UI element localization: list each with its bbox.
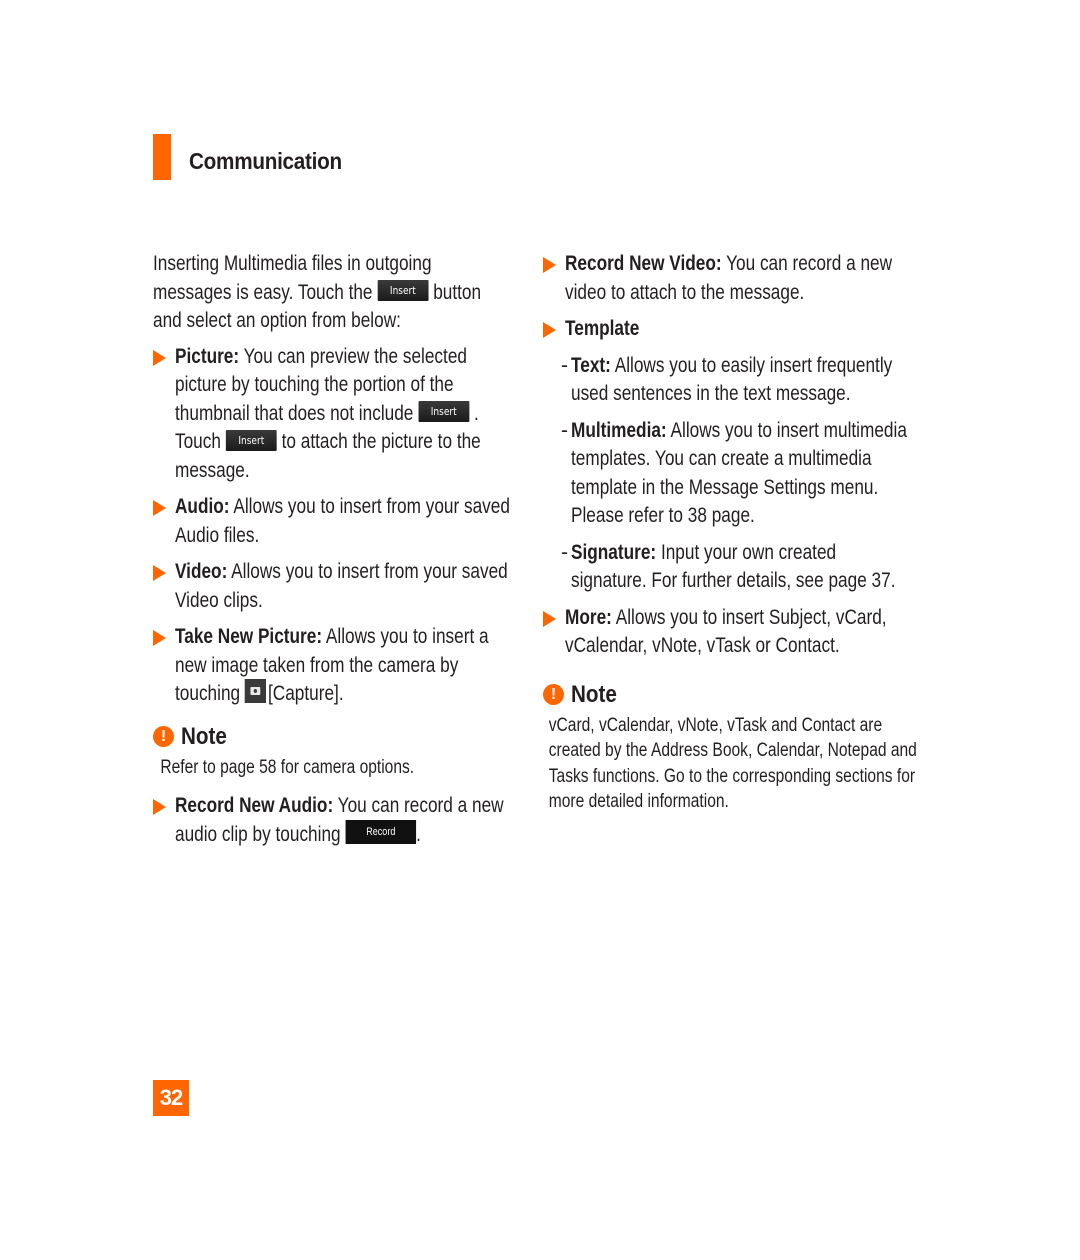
note-body: Refer to page 58 for camera options.	[160, 756, 415, 778]
list-item-audio: Audio: Allows you to insert from your sa…	[153, 493, 513, 550]
list-item-record-new-audio: Record New Audio: You can record a new a…	[153, 792, 513, 849]
item-label: Video:	[175, 560, 228, 583]
page-number: 32	[153, 1080, 189, 1116]
item-label: Picture:	[175, 344, 240, 368]
bullet-arrow-icon	[153, 500, 166, 516]
list-item-more: More: Allows you to insert Subject, vCar…	[543, 604, 913, 661]
item-label: Template	[565, 317, 640, 340]
note-title: Note	[181, 722, 227, 750]
item-label: Signature:	[571, 540, 657, 564]
insert-button-image: Insert	[225, 429, 277, 451]
dash-marker: -	[561, 540, 568, 564]
item-label: Text:	[571, 353, 611, 377]
record-button-image: Record	[345, 819, 417, 844]
intro-paragraph: Inserting Multimedia files in outgoing m…	[153, 252, 482, 332]
exclamation-icon: !	[153, 726, 174, 747]
bullet-arrow-icon	[543, 610, 556, 627]
sub-item-text: - Text: Allows you to easily insert freq…	[561, 353, 893, 406]
bullet-arrow-icon	[543, 322, 556, 338]
left-column: Inserting Multimedia files in outgoing m…	[153, 250, 513, 857]
right-column: Record New Video: You can record a new v…	[543, 250, 917, 815]
list-item-template: Template	[543, 315, 913, 344]
dash-marker: -	[561, 418, 568, 442]
sub-item-signature: - Signature: Input your own created sign…	[561, 540, 896, 593]
sub-item-multimedia: - Multimedia: Allows you to insert multi…	[561, 418, 907, 528]
section-title: Communication	[189, 148, 342, 174]
camera-icon	[245, 679, 267, 704]
item-label: Take New Picture:	[175, 625, 323, 648]
bullet-arrow-icon	[153, 565, 166, 581]
manual-page: Communication Inserting Multimedia files…	[0, 0, 1080, 1260]
item-label: More:	[565, 605, 612, 629]
note-body: vCard, vCalendar, vNote, vTask and Conta…	[548, 714, 917, 813]
bullet-arrow-icon	[543, 257, 556, 273]
dash-marker: -	[561, 353, 568, 377]
list-item-record-new-video: Record New Video: You can record a new v…	[543, 250, 913, 307]
insert-button-image: Insert	[377, 280, 429, 302]
section-accent-bar	[153, 134, 171, 180]
bullet-arrow-icon	[153, 630, 166, 646]
item-label: Record New Audio:	[175, 794, 334, 817]
item-label: Record New Video:	[565, 252, 722, 275]
note-vcard: ! Note vCard, vCalendar, vNote, vTask an…	[543, 680, 917, 815]
list-item-take-new-picture: Take New Picture: Allows you to insert a…	[153, 623, 513, 709]
bullet-arrow-icon	[153, 799, 166, 815]
note-camera: ! Note Refer to page 58 for camera optio…	[153, 723, 513, 781]
list-item-video: Video: Allows you to insert from your sa…	[153, 558, 513, 615]
item-label: Multimedia:	[571, 418, 667, 442]
bullet-arrow-icon	[153, 349, 166, 366]
list-item-picture: Picture: You can preview the selected pi…	[153, 343, 513, 486]
note-title: Note	[571, 680, 617, 708]
exclamation-icon: !	[543, 684, 564, 705]
insert-button-image: Insert	[418, 401, 470, 423]
item-label: Audio:	[175, 495, 230, 518]
